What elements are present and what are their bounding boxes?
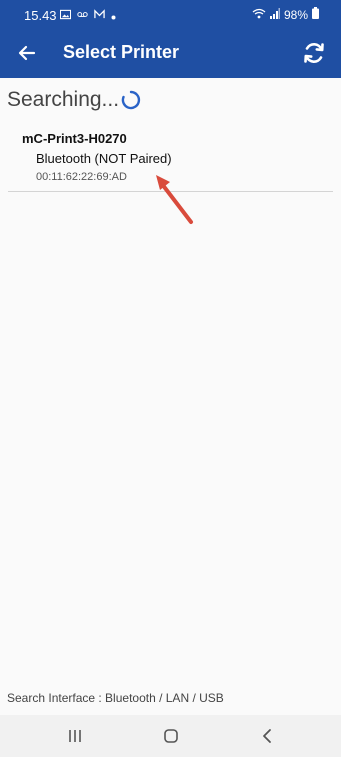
system-status: 98% — [252, 7, 319, 22]
printer-mac-address: 00:11:62:22:69:AD — [36, 171, 127, 183]
search-status: Searching... — [7, 88, 141, 112]
wifi-icon — [252, 8, 266, 22]
printer-connection-type: Bluetooth (NOT Paired) — [36, 151, 172, 166]
battery-percent: 98% — [283, 7, 308, 22]
back-arrow-icon[interactable] — [14, 40, 40, 66]
dot-icon — [111, 7, 116, 25]
home-icon[interactable] — [156, 724, 186, 748]
signal-icon — [269, 7, 280, 22]
status-time: 15.43 — [24, 8, 57, 23]
image-icon — [59, 7, 72, 25]
notification-icons — [59, 7, 116, 25]
voicemail-icon — [77, 7, 88, 25]
printer-name: mC-Print3-H0270 — [22, 131, 127, 146]
back-nav-icon[interactable] — [252, 724, 282, 748]
mail-icon — [94, 7, 105, 25]
annotation-arrow-icon — [156, 175, 193, 224]
loading-spinner-icon — [121, 90, 141, 110]
battery-icon — [312, 7, 319, 22]
navigation-bar — [0, 715, 341, 757]
app-bar: Select Printer — [0, 28, 341, 78]
search-interface-label: Search Interface : Bluetooth / LAN / USB — [7, 691, 224, 705]
recent-apps-icon[interactable] — [60, 724, 90, 748]
refresh-icon[interactable] — [299, 38, 329, 68]
search-status-label: Searching... — [7, 88, 120, 111]
page-title: Select Printer — [63, 42, 180, 62]
status-bar: 15.43 98% — [0, 0, 341, 28]
